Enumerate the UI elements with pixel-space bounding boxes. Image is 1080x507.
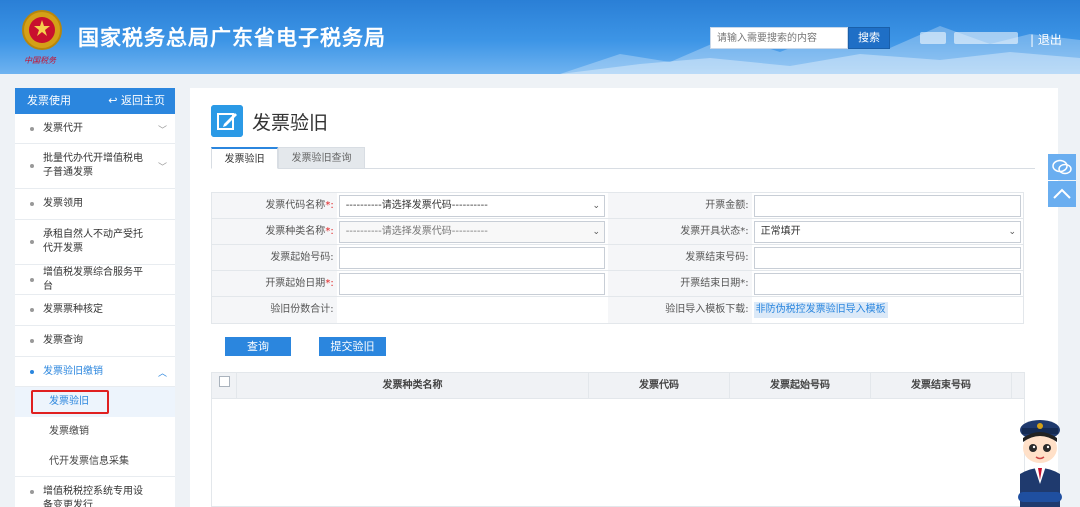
search-input[interactable] [710,27,848,49]
highlight-box [31,390,109,414]
chevron-down-icon: ⌄ [592,227,601,237]
start-date-input[interactable] [338,273,606,295]
sidebar-item-batch-issue[interactable]: 批量代办代开增值税电子普通发票 ﹀ [15,144,175,189]
end-number-input[interactable] [753,247,1021,269]
sidebar: 发票使用 ↩ 返回主页 发票代开 ﹀ 批量代办代开增值税电子普通发票 ﹀ 发票领用 … [15,88,175,507]
bullet-icon [30,126,34,131]
edit-icon [211,105,243,137]
emblem-signature: 中国税务 [24,56,56,65]
invoice-type-select[interactable]: ----------请选择发票代码---------- ⌄ [338,221,606,243]
sidebar-header: 发票使用 ↩ 返回主页 [15,88,175,114]
bullet-icon [30,240,34,244]
bullet-icon [30,202,34,206]
bullet-icon [30,339,34,343]
invoice-grid: 发票种类名称 发票代码 发票起始号码 发票结束号码 [211,372,1025,507]
bullet-icon [30,369,34,374]
mascot-assistant-icon[interactable] [1012,408,1068,507]
select-all-checkbox[interactable] [212,373,237,398]
user-name-blurred [920,32,946,44]
sub-item-info-collect[interactable]: 代开发票信息采集 [15,447,175,477]
tab-verify-query[interactable]: 发票验旧查询 [278,147,365,169]
chevron-down-icon: ⌄ [592,201,601,211]
sidebar-item-invoice-query[interactable]: 发票查询 [15,326,175,357]
total-copies-value [337,297,608,323]
verify-form: 发票代码名称*: ----------请选择发票代码---------- ⌄ 开票… [211,192,1024,324]
user-org-blurred [954,32,1018,44]
logout-link[interactable]: | 退出 [1030,31,1062,48]
end-date-input[interactable] [753,273,1021,295]
chevron-down-icon: ﹀ [157,163,167,173]
page-title: 发票验旧 [252,112,329,134]
invoice-amount-input[interactable] [753,195,1021,217]
sidebar-title: 发票使用 [27,94,71,107]
site-title: 国家税务总局广东省电子税务局 [78,26,386,50]
start-number-input[interactable] [338,247,606,269]
chevron-up-icon [1053,188,1071,199]
back-to-top-button[interactable] [1048,181,1076,207]
sidebar-item-device-change[interactable]: 增值税税控系统专用设备变更发行 [15,477,175,507]
tab-bar: 发票验旧 发票验旧查询 [211,147,1035,169]
search-button[interactable]: 搜索 [848,27,890,49]
sidebar-item-verify-cancel[interactable]: 发票验旧缴销 ︿ [15,357,175,387]
sidebar-item-vat-platform[interactable]: 增值税发票综合服务平台 [15,265,175,295]
sidebar-item-type-verify[interactable]: 发票票种核定 [15,295,175,326]
sub-item-invoice-verify[interactable]: 发票验旧 [15,387,175,417]
submit-verify-button[interactable]: 提交验旧 [319,337,386,356]
top-header: 中国税务 国家税务总局广东省电子税务局 搜索 | 退出 [0,0,1080,74]
sidebar-item-invoice-receive[interactable]: 发票领用 [15,189,175,220]
invoice-code-select[interactable]: ----------请选择发票代码---------- ⌄ [338,195,606,217]
main-panel: 发票验旧 发票验旧 发票验旧查询 发票代码名称*: ----------请选择发… [190,88,1058,507]
sidebar-item-lease-issue[interactable]: 承租自然人不动产受托代开发票 [15,220,175,265]
issue-status-select[interactable]: 正常填开 ⌄ [753,221,1021,243]
chevron-down-icon: ⌄ [1008,227,1016,237]
grid-header: 发票种类名称 发票代码 发票起始号码 发票结束号码 [212,373,1024,399]
chevron-down-icon: ﹀ [157,125,167,136]
query-button[interactable]: 查询 [225,337,291,356]
return-home-link[interactable]: ↩ 返回主页 [108,88,165,114]
tab-invoice-verify[interactable]: 发票验旧 [211,147,278,169]
bullet-icon [30,308,34,312]
bullet-icon [30,164,34,168]
chevron-up-icon: ︿ [157,368,167,379]
sidebar-item-invoice-issue[interactable]: 发票代开 ﹀ [15,114,175,144]
chat-icon [1052,159,1072,175]
template-download-link[interactable]: 非防伪税控发票验旧导入模板 [753,302,888,318]
chat-float-button[interactable] [1048,154,1076,180]
bullet-icon [30,277,34,282]
return-arrow-icon: ↩ [108,94,121,107]
sub-item-invoice-cancel[interactable]: 发票缴销 [15,417,175,447]
bullet-icon [30,490,34,494]
